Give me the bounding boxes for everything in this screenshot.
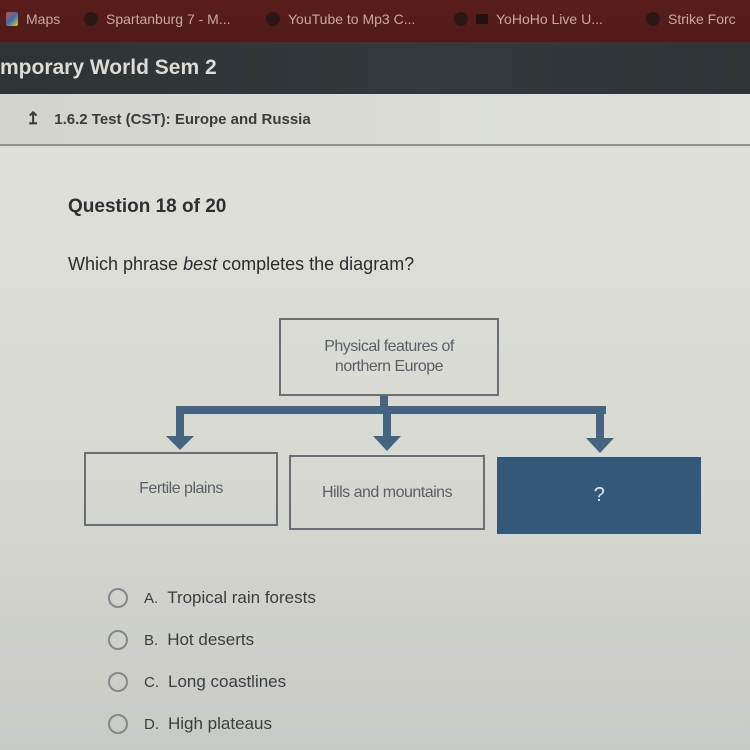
course-title-bar: mporary World Sem 2 — [0, 42, 750, 94]
site-icon — [476, 14, 488, 24]
option-letter: B. — [144, 631, 159, 649]
radio-button[interactable] — [108, 630, 128, 650]
diagram-child-label: Fertile plains — [139, 480, 223, 497]
diagram-connectors — [166, 396, 614, 453]
breadcrumb[interactable]: ↥ 1.6.2 Test (CST): Europe and Russia — [0, 94, 750, 146]
option-letter: A. — [144, 589, 159, 607]
diagram-child-box: Fertile plains — [84, 452, 278, 526]
option-text: Long coastlines — [168, 672, 287, 691]
bookmarks-bar: Maps Spartanburg 7 - M... YouTube to Mp3… — [0, 0, 750, 42]
arrowhead-middle — [373, 436, 401, 451]
bookmark-label: Strike Forc — [668, 11, 736, 27]
option-d[interactable]: D. High plateaus — [108, 714, 272, 734]
course-title: mporary World Sem 2 — [0, 56, 217, 79]
diagram-child-label: Hills and mountains — [321, 483, 453, 501]
bookmark-label: Spartanburg 7 - M... — [106, 11, 231, 27]
option-a[interactable]: A. Tropical rain forests — [108, 588, 316, 608]
connector-drop-middle — [383, 406, 391, 438]
question-panel: Question 18 of 20 Which phrase best comp… — [0, 148, 750, 750]
google-maps-icon — [6, 12, 18, 26]
bookmark-strike-force[interactable]: Strike Forc — [646, 11, 736, 27]
radio-button[interactable] — [108, 714, 128, 734]
site-icon — [84, 12, 98, 26]
connector-drop-left — [176, 406, 184, 438]
option-c[interactable]: C. Long coastlines — [108, 672, 286, 692]
bookmark-youtube-mp3[interactable]: YouTube to Mp3 C... — [266, 11, 415, 27]
bookmark-spartanburg[interactable]: Spartanburg 7 - M... — [84, 11, 231, 27]
option-b[interactable]: B. Hot deserts — [108, 630, 254, 650]
radio-button[interactable] — [108, 672, 128, 692]
option-text: High plateaus — [168, 714, 272, 733]
site-icon — [266, 12, 280, 26]
arrowhead-left — [166, 436, 194, 450]
connector-drop-right — [596, 410, 604, 438]
diagram-root-label: Physical features of northern Europe — [324, 338, 454, 375]
site-icon — [454, 12, 468, 26]
diagram-unknown-label: ? — [593, 484, 605, 506]
option-letter: D. — [144, 715, 159, 733]
arrowhead-right — [586, 438, 614, 453]
diagram: Physical features of northern Europe Fer… — [0, 148, 750, 750]
bookmark-label: YouTube to Mp3 C... — [288, 11, 416, 27]
bookmark-yohoho[interactable]: YoHoHo Live U... — [454, 11, 603, 27]
site-icon — [646, 12, 660, 26]
option-letter: C. — [144, 673, 159, 691]
bookmark-label: Maps — [26, 11, 61, 27]
diagram-child-box: Hills and mountains — [289, 455, 485, 530]
diagram-root-box: Physical features of northern Europe — [279, 318, 499, 396]
option-text: Hot deserts — [167, 630, 255, 649]
option-text: Tropical rain forests — [167, 588, 316, 607]
diagram-unknown-box: ? — [497, 457, 701, 534]
bookmark-maps[interactable]: Maps — [6, 11, 60, 27]
up-arrow-icon[interactable]: ↥ — [26, 109, 40, 129]
radio-button[interactable] — [108, 588, 128, 608]
bookmark-label: YoHoHo Live U... — [496, 11, 603, 27]
breadcrumb-label: 1.6.2 Test (CST): Europe and Russia — [54, 110, 311, 128]
